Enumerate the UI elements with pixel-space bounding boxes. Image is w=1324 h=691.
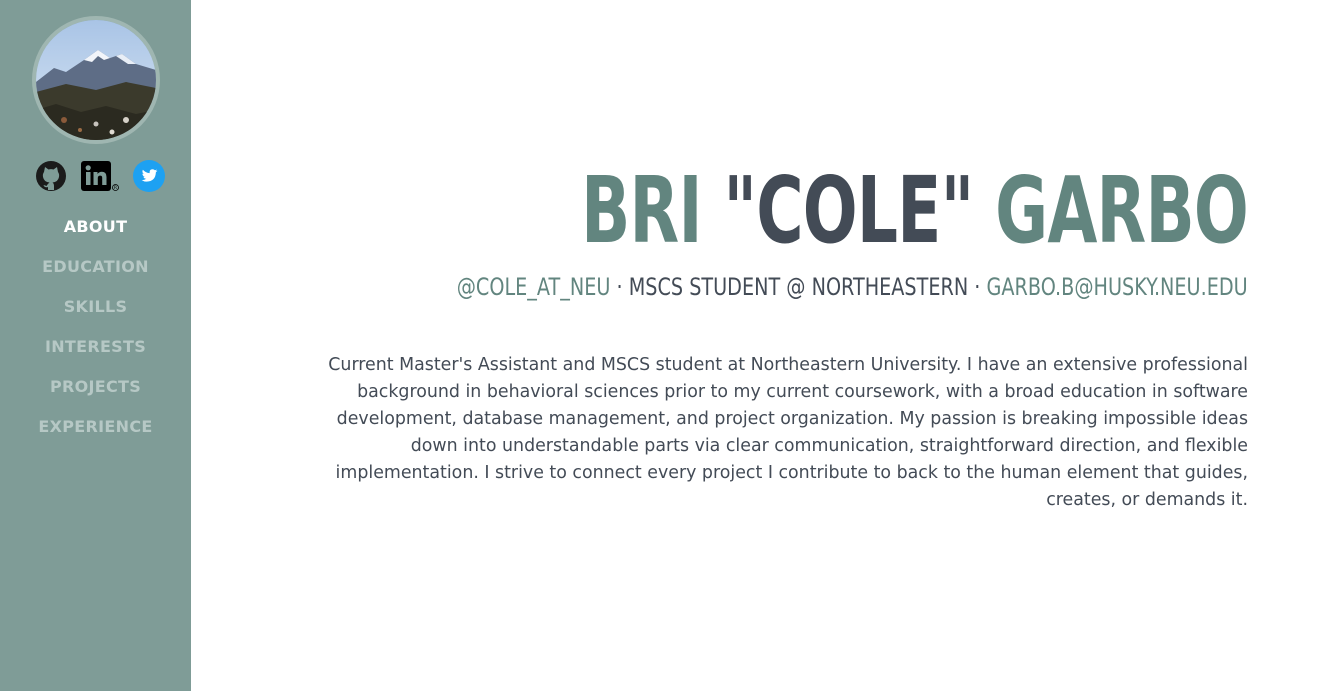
mountain-photo bbox=[36, 20, 156, 140]
nav-item-projects[interactable]: PROJECTS bbox=[0, 376, 191, 416]
last-name: GARBO bbox=[995, 157, 1249, 264]
avatar bbox=[32, 16, 160, 144]
linkedin-icon[interactable]: R bbox=[81, 161, 119, 191]
nav-item-skills[interactable]: SKILLS bbox=[0, 296, 191, 336]
email-link[interactable]: GARBO.B@HUSKY.NEU.EDU bbox=[987, 273, 1248, 301]
nav-item-interests[interactable]: INTERESTS bbox=[0, 336, 191, 376]
page-title: BRI "COLE" GARBO bbox=[581, 156, 1249, 266]
nav-item-about[interactable]: ABOUT bbox=[0, 216, 191, 256]
bio-paragraph: Current Master's Assistant and MSCS stud… bbox=[328, 355, 1248, 510]
sidebar: R ABOUT EDUCATION SKILLS INTERESTS PROJE… bbox=[0, 0, 191, 691]
social-links: R bbox=[35, 160, 165, 192]
subheading: @COLE_AT_NEU · MSCS STUDENT @ NORTHEASTE… bbox=[457, 272, 1248, 302]
role-text: MSCS STUDENT @ NORTHEASTERN bbox=[629, 273, 969, 301]
twitter-icon[interactable] bbox=[133, 160, 165, 192]
twitter-handle-link[interactable]: @COLE_AT_NEU bbox=[457, 273, 611, 301]
nav-item-experience[interactable]: EXPERIENCE bbox=[0, 416, 191, 456]
separator: · bbox=[616, 273, 623, 301]
nickname: "COLE" bbox=[723, 157, 974, 264]
separator: · bbox=[974, 273, 981, 301]
sidebar-nav: ABOUT EDUCATION SKILLS INTERESTS PROJECT… bbox=[0, 216, 191, 456]
svg-text:R: R bbox=[114, 185, 117, 191]
first-name: BRI bbox=[581, 157, 702, 264]
nav-item-education[interactable]: EDUCATION bbox=[0, 256, 191, 296]
main-content: BRI "COLE" GARBO @COLE_AT_NEU · MSCS STU… bbox=[191, 0, 1324, 691]
github-icon[interactable] bbox=[35, 160, 67, 192]
